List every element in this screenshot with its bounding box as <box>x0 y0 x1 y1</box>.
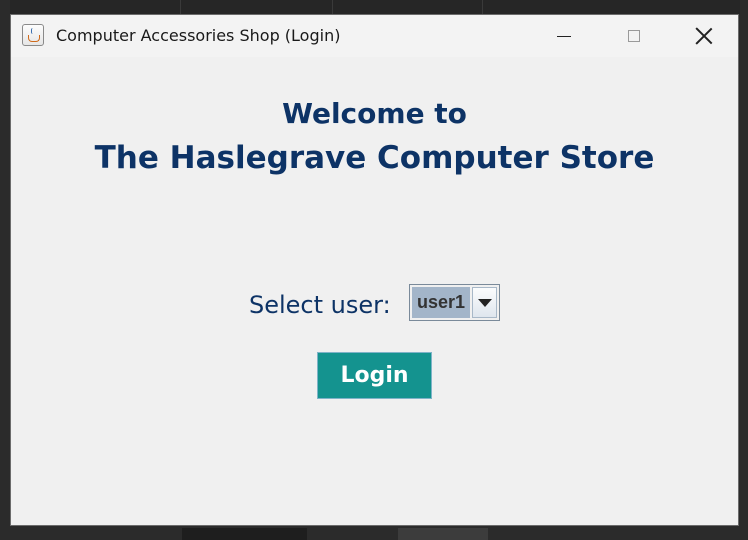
cup-shape <box>28 35 40 42</box>
store-name-heading: The Haslegrave Computer Store <box>94 140 655 176</box>
divider <box>332 0 333 14</box>
desktop-background-right <box>740 0 748 540</box>
window-title: Computer Accessories Shop (Login) <box>56 26 341 45</box>
user-select-value[interactable]: user1 <box>412 287 470 318</box>
desktop-background-left <box>0 0 10 540</box>
maximize-button[interactable] <box>611 15 657 57</box>
close-button[interactable] <box>681 15 727 57</box>
title-bar[interactable]: Computer Accessories Shop (Login) <box>11 15 738 57</box>
minimize-icon <box>557 35 571 37</box>
steam-shape <box>31 28 35 34</box>
chevron-down-icon[interactable] <box>472 287 497 318</box>
close-icon <box>695 27 713 45</box>
login-button[interactable]: Login <box>317 352 432 399</box>
login-window: Computer Accessories Shop (Login) Welcom… <box>10 14 739 526</box>
user-select-dropdown[interactable]: user1 <box>409 284 500 321</box>
java-app-icon[interactable] <box>22 24 44 46</box>
background-taskbar-tab <box>182 528 307 540</box>
minimize-button[interactable] <box>541 15 587 57</box>
desktop-background-bottom <box>0 526 748 540</box>
maximize-icon <box>628 30 640 42</box>
desktop-background-top <box>0 0 748 14</box>
select-user-label: Select user: <box>249 291 391 319</box>
divider <box>180 0 181 14</box>
welcome-heading: Welcome to <box>282 97 467 130</box>
background-taskbar-tab <box>398 528 488 540</box>
divider <box>482 0 483 14</box>
